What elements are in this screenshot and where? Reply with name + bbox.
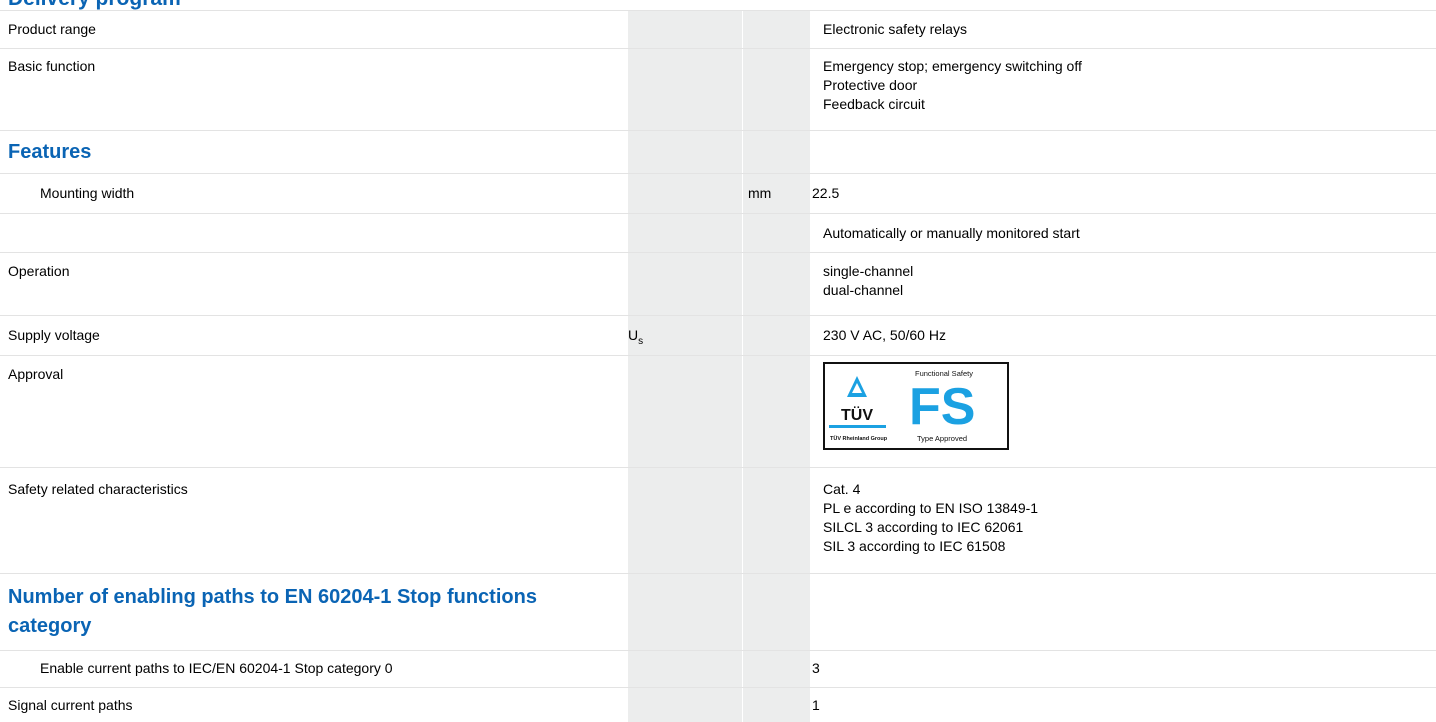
fs-letters: FS — [909, 378, 975, 436]
row-label: Product range — [8, 21, 96, 37]
row-value-line: single-channel — [823, 263, 914, 279]
spec-row-supply-voltage: Supply voltage Us 230 V AC, 50/60 Hz — [0, 316, 1436, 356]
badge-underline — [829, 425, 886, 428]
spec-row-start-mode: Automatically or manually monitored star… — [0, 214, 1436, 253]
section-title: Features — [8, 141, 92, 163]
row-value: Electronic safety relays — [823, 21, 967, 37]
tuv-mark-text: TÜV — [841, 405, 873, 424]
tuv-group-text: TÜV Rheinland Group — [830, 435, 888, 442]
spec-row-signal-current-paths: Signal current paths 1 — [0, 688, 1436, 722]
row-label: Operation — [8, 263, 70, 279]
row-value: 22.5 — [812, 185, 840, 201]
row-unit: mm — [748, 185, 772, 201]
row-value-line: Feedback circuit — [823, 96, 925, 112]
row-value-line: PL e according to EN ISO 13849-1 — [823, 500, 1039, 516]
spec-row-product-range: Product range Electronic safety relays — [0, 10, 1436, 49]
row-label: Safety related characteristics — [8, 481, 188, 497]
section-title-line: category — [8, 615, 92, 637]
row-label: Signal current paths — [8, 697, 133, 713]
row-value-line: Emergency stop; emergency switching off — [823, 58, 1082, 74]
row-value-line: dual-channel — [823, 282, 904, 298]
triangle-icon — [847, 376, 867, 397]
row-label: Mounting width — [40, 185, 135, 201]
row-value: 3 — [812, 660, 820, 676]
spec-row-safety-characteristics: Safety related characteristics Cat. 4 PL… — [0, 468, 1436, 574]
tuv-badge-graphic: TÜV TÜV Rheinland Group Functional Safet… — [829, 369, 975, 443]
tuv-functional-safety-badge: TÜV TÜV Rheinland Group Functional Safet… — [823, 362, 1009, 450]
row-symbol: Us — [628, 326, 643, 351]
spec-row-basic-function: Basic function Emergency stop; emergency… — [0, 48, 1436, 131]
section-title-line: Number of enabling paths to EN 60204-1 S… — [8, 586, 537, 608]
symbol-letter: U — [628, 327, 639, 343]
row-label: Supply voltage — [8, 327, 100, 343]
section-header-enabling-paths: Number of enabling paths to EN 60204-1 S… — [0, 574, 1436, 651]
spec-row-mounting-width: Mounting width mm 22.5 — [0, 174, 1436, 214]
type-approved-text: Type Approved — [917, 434, 967, 443]
spec-row-approval: Approval TÜV TÜV Rheinland Group Functio… — [0, 356, 1436, 468]
row-value-line: SILCL 3 according to IEC 62061 — [823, 519, 1024, 535]
row-label: Basic function — [8, 58, 96, 74]
spec-row-operation: Operation single-channel dual-channel — [0, 253, 1436, 316]
functional-safety-text: Functional Safety — [915, 369, 973, 378]
row-value-line: Protective door — [823, 77, 918, 93]
row-value: Automatically or manually monitored star… — [823, 225, 1080, 241]
row-label: Enable current paths to IEC/EN 60204-1 S… — [40, 660, 393, 676]
symbol-subscript: s — [638, 335, 644, 347]
page-heading: Delivery program — [8, 0, 181, 10]
spec-row-enable-current-paths: Enable current paths to IEC/EN 60204-1 S… — [0, 651, 1436, 688]
row-value-line: SIL 3 according to IEC 61508 — [823, 538, 1006, 554]
row-value-line: Cat. 4 — [823, 481, 861, 497]
row-value: 1 — [812, 697, 820, 713]
row-label: Approval — [8, 366, 64, 382]
section-header-features: Features — [0, 131, 1436, 174]
row-value: 230 V AC, 50/60 Hz — [823, 327, 946, 343]
